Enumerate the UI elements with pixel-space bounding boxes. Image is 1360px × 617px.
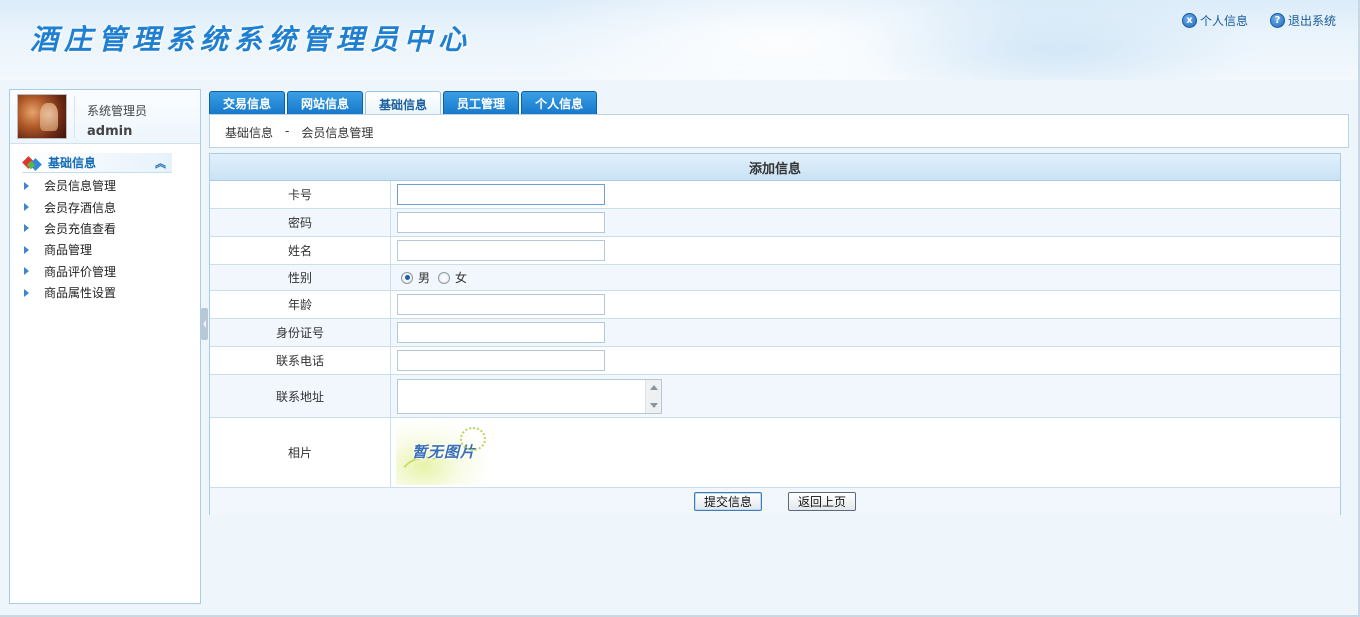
breadcrumb: 基础信息 - 会员信息管理 (225, 124, 373, 141)
password-label: 密码 (210, 209, 391, 236)
form-actions: 提交信息 返回上页 (210, 488, 1340, 515)
photo-placeholder-image[interactable]: 暂无图片 (396, 420, 488, 485)
card-no-input[interactable] (397, 184, 605, 205)
scroll-up-arrow-icon[interactable] (650, 384, 658, 390)
form-row-password: 密码 (210, 209, 1340, 237)
user-box: 系统管理员 admin (10, 90, 200, 144)
top-link-profile[interactable]: x 个人信息 (1181, 12, 1248, 29)
triangle-right-icon (24, 181, 29, 190)
gender-male-radio[interactable] (401, 271, 413, 284)
address-label: 联系地址 (210, 375, 391, 417)
gender-female-radio[interactable] (438, 271, 451, 284)
age-input[interactable] (397, 294, 605, 315)
name-label: 姓名 (210, 237, 391, 264)
question-circle-icon: ? (1269, 13, 1285, 28)
triangle-right-icon (24, 245, 29, 254)
breadcrumb-bar: 基础信息 - 会员信息管理 (209, 114, 1349, 148)
breadcrumb-section: 基础信息 (225, 126, 274, 140)
tab-staff[interactable]: 员工管理 (443, 91, 520, 115)
sidebar-item-member-wine[interactable]: 会员存酒信息 (24, 196, 116, 217)
sidebar-item-product-reviews[interactable]: 商品评价管理 (24, 261, 116, 282)
phone-input[interactable] (397, 350, 605, 371)
tab-website[interactable]: 网站信息 (287, 91, 364, 115)
double-chevron-up-icon[interactable]: ︽ (155, 155, 166, 171)
tab-personal[interactable]: 个人信息 (521, 91, 598, 115)
scroll-down-arrow-icon[interactable] (650, 402, 658, 408)
form-row-phone: 联系电话 (210, 347, 1340, 375)
back-button[interactable]: 返回上页 (788, 492, 857, 511)
sidebar-item-member-recharge[interactable]: 会员充值查看 (24, 218, 116, 239)
breadcrumb-page: 会员信息管理 (301, 126, 374, 140)
sidebar-item-product-attributes[interactable]: 商品属性设置 (24, 282, 116, 303)
x-circle-icon: x (1181, 13, 1197, 28)
sidebar-item-label: 商品属性设置 (44, 286, 117, 301)
breadcrumb-separator: - (285, 124, 290, 138)
sidebar-item-member-info[interactable]: 会员信息管理 (24, 175, 116, 196)
address-textarea[interactable] (398, 379, 646, 413)
password-input[interactable] (397, 212, 605, 233)
form-row-photo: 相片 暂无图片 (210, 418, 1340, 488)
triangle-right-icon (24, 224, 29, 233)
id-number-input[interactable] (397, 322, 605, 343)
form-row-id-number: 身份证号 (210, 319, 1340, 347)
top-link-logout-label: 退出系统 (1287, 14, 1336, 28)
sidebar-item-products[interactable]: 商品管理 (24, 239, 116, 260)
user-name: admin (87, 124, 133, 139)
id-number-label: 身份证号 (210, 319, 391, 346)
form-row-gender: 性别 男 女 (210, 265, 1340, 291)
divider (74, 96, 75, 138)
card-no-label: 卡号 (210, 181, 391, 208)
form-row-name: 姓名 (210, 237, 1340, 265)
sidebar-menu: 会员信息管理 会员存酒信息 会员充值查看 商品管理 商品评价管理 商品属性设置 (24, 175, 116, 303)
age-label: 年龄 (210, 291, 391, 318)
gender-male-label: 男 (418, 271, 431, 285)
app-title: 酒庄管理系统系统管理员中心 (30, 23, 473, 56)
form-row-age: 年龄 (210, 291, 1340, 319)
name-input[interactable] (397, 240, 605, 261)
form-title: 添加信息 (210, 154, 1340, 181)
sidebar-section-title: 基础信息 (48, 156, 97, 170)
top-link-profile-label: 个人信息 (1199, 14, 1248, 28)
main-tabs: 交易信息 网站信息 基础信息 员工管理 个人信息 (209, 91, 598, 116)
address-scrollbar[interactable] (645, 379, 661, 413)
phone-label: 联系电话 (210, 347, 391, 374)
address-textarea-box (397, 378, 662, 414)
triangle-right-icon (24, 203, 29, 212)
tab-transactions[interactable]: 交易信息 (209, 91, 286, 115)
sidebar-item-label: 会员充值查看 (44, 221, 117, 236)
sidebar-section-header[interactable]: 基础信息 ︽ (22, 153, 172, 173)
top-link-logout[interactable]: ? 退出系统 (1269, 12, 1336, 29)
sidebar-item-label: 会员存酒信息 (44, 200, 117, 215)
sidebar-item-label: 会员信息管理 (44, 179, 117, 194)
tab-basic-info[interactable]: 基础信息 (365, 91, 442, 116)
triangle-right-icon (24, 288, 29, 297)
add-info-form: 添加信息 卡号 密码 姓名 性别 男 女 年龄 身份证号 联系电话 联系地址 相… (209, 153, 1341, 515)
avatar (17, 94, 67, 139)
gender-female-label: 女 (455, 271, 468, 285)
form-row-address: 联系地址 (210, 375, 1340, 418)
left-sidebar: 系统管理员 admin 基础信息 ︽ 会员信息管理 会员存酒信息 会员充值查看 … (9, 89, 201, 604)
photo-label: 相片 (210, 418, 391, 487)
submit-button[interactable]: 提交信息 (693, 492, 762, 511)
triangle-right-icon (24, 267, 29, 276)
user-role: 系统管理员 (87, 104, 148, 118)
sidebar-item-label: 商品管理 (44, 243, 93, 258)
top-links: x 个人信息 ? 退出系统 (1181, 12, 1336, 29)
photo-placeholder-text: 暂无图片 (412, 442, 477, 461)
gender-label: 性别 (210, 265, 391, 290)
diamonds-icon (22, 155, 44, 171)
sidebar-item-label: 商品评价管理 (44, 264, 117, 279)
sidebar-collapse-handle[interactable] (201, 308, 208, 340)
form-row-card-no: 卡号 (210, 181, 1340, 209)
header-banner: 酒庄管理系统系统管理员中心 x 个人信息 ? 退出系统 (0, 0, 1360, 80)
